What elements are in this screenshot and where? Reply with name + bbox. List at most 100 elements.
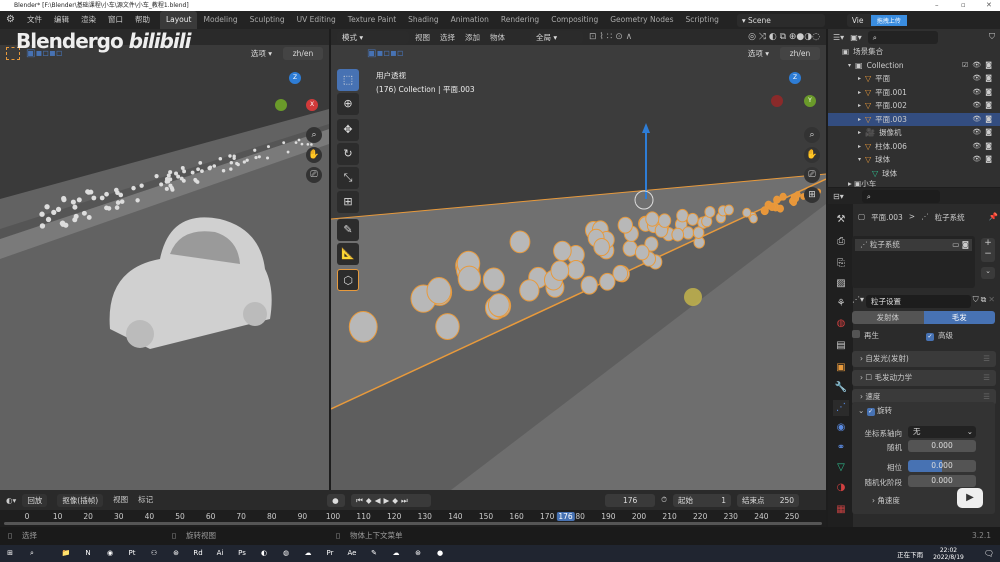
outliner-item[interactable]: ▸ ▽ 平面.001 👁◙ bbox=[828, 86, 1000, 100]
particle-settings-name[interactable]: 粒子设置 bbox=[866, 295, 971, 308]
weather-status[interactable]: 正在下雨 bbox=[897, 549, 923, 559]
select-box-tool[interactable]: ⬚ bbox=[337, 69, 359, 91]
outliner-item[interactable]: ▸ 🎥 摄像机 👁◙ bbox=[828, 126, 1000, 140]
start-frame-field[interactable]: 起始 1 bbox=[673, 493, 732, 507]
snapping-icons[interactable]: ⊡ ⌇ ∷ ⊙ ∧ bbox=[589, 32, 632, 42]
menu-item[interactable]: 渲染 bbox=[75, 11, 102, 29]
gizmo-z-axis[interactable]: Z bbox=[789, 72, 801, 84]
list-menu-button[interactable]: ⌄ bbox=[981, 267, 995, 279]
viewport-menu-item[interactable]: 物体 bbox=[490, 32, 505, 43]
taskbar-app-icon[interactable]: Pr bbox=[320, 545, 340, 562]
visibility-render-toggles[interactable]: 👁◙ bbox=[972, 113, 996, 127]
regrow-checkbox[interactable]: 再生 bbox=[852, 330, 879, 341]
visibility-render-toggles[interactable]: ☑👁◙ bbox=[962, 59, 996, 73]
lang-toggle-button[interactable]: zh/en bbox=[283, 46, 323, 60]
particle-system-list[interactable]: ⋰ 粒子系统 ▭ ◙ bbox=[852, 236, 975, 288]
physics-tab-icon[interactable]: ◉ bbox=[833, 420, 849, 436]
timeline-menu-item[interactable]: 标记 bbox=[138, 494, 153, 507]
visibility-render-toggles[interactable]: 👁◙ bbox=[972, 99, 996, 113]
random-phase-field[interactable]: 0.000 bbox=[908, 475, 976, 487]
outliner-item[interactable]: ▸ ▽ 平面 👁◙ bbox=[828, 72, 1000, 86]
taskbar-app-icon[interactable]: ◐ bbox=[254, 545, 274, 562]
axis-dropdown[interactable]: 无 ⌄ bbox=[908, 426, 976, 438]
collapsed-section[interactable]: › 自发光(发射) ☰ bbox=[852, 351, 996, 367]
phase-field[interactable]: 0.000 bbox=[908, 460, 976, 472]
clock[interactable]: 22:02 2022/8/19 bbox=[933, 547, 964, 561]
angular-velocity-subpanel[interactable]: › 角速度 bbox=[872, 495, 900, 506]
tool-tab-icon[interactable]: ⚒ bbox=[833, 212, 849, 228]
taskbar-app-icon[interactable]: ☁ bbox=[298, 545, 318, 562]
expand-arrow-icon[interactable]: ▸ bbox=[858, 126, 861, 140]
workspace-tab[interactable]: Scripting bbox=[679, 11, 724, 29]
editor-type-icon[interactable]: ◐▾ bbox=[6, 496, 16, 505]
grid-view-icon[interactable]: ⊞ bbox=[804, 187, 820, 203]
pin-icon[interactable]: 📌 bbox=[989, 212, 998, 223]
taskbar-app-icon[interactable]: ☁ bbox=[386, 545, 406, 562]
timeline-menu-item[interactable]: 回放 bbox=[22, 493, 48, 507]
advanced-checkbox[interactable]: ✓ 高级 bbox=[926, 330, 953, 341]
view-layer-tab-icon[interactable]: ▨ bbox=[833, 276, 849, 292]
taskbar-app-icon[interactable]: Ae bbox=[342, 545, 362, 562]
outliner-item[interactable]: ▸ ▽ 平面.003 👁◙ bbox=[828, 112, 1000, 127]
workspace-tab[interactable]: Shading bbox=[402, 11, 444, 29]
menu-item[interactable]: 文件 bbox=[21, 11, 48, 29]
timeline-menu-item[interactable]: 抠像(插帧) bbox=[57, 493, 104, 507]
workspace-tab[interactable]: Rendering bbox=[495, 11, 545, 29]
close-button[interactable]: ✕ bbox=[986, 0, 992, 11]
camera-view-icon[interactable]: ⎚ bbox=[804, 167, 820, 183]
data-tab-icon[interactable]: ▽ bbox=[833, 460, 849, 476]
notification-icon[interactable]: 🗨 bbox=[984, 549, 994, 558]
visibility-render-toggles[interactable]: 👁◙ bbox=[972, 72, 996, 86]
unlink-icon[interactable]: ✕ bbox=[988, 295, 995, 308]
expand-arrow-icon[interactable]: ▸ bbox=[858, 99, 861, 113]
taskbar-app-icon[interactable]: ⚇ bbox=[144, 545, 164, 562]
taskbar-app-icon[interactable]: ● bbox=[430, 545, 450, 562]
stopwatch-icon[interactable]: ⏱ bbox=[661, 495, 667, 505]
gizmo-y-axis[interactable]: Y bbox=[804, 95, 816, 107]
blender-logo-icon[interactable]: ⚙ bbox=[0, 11, 21, 29]
rotation-checkbox[interactable]: ✓ bbox=[866, 408, 875, 416]
workspace-tab[interactable]: Compositing bbox=[545, 11, 604, 29]
outliner-item[interactable]: ▾ ▣ Collection ☑👁◙ bbox=[828, 59, 1000, 73]
zoom-icon[interactable]: ⌕ bbox=[306, 127, 322, 143]
menu-item[interactable]: 帮助 bbox=[129, 11, 156, 29]
taskbar-app-icon[interactable]: Ai bbox=[210, 545, 230, 562]
lang-toggle-button[interactable]: zh/en bbox=[780, 46, 820, 60]
duplicate-icon[interactable]: ⧉ bbox=[981, 295, 987, 308]
playback-controls[interactable]: ⏮◆◀▶◆⏭ bbox=[351, 493, 432, 507]
gizmo-z-axis[interactable]: Z bbox=[289, 72, 301, 84]
measure-tool[interactable]: 📐 bbox=[337, 243, 359, 265]
drag-handle-icon[interactable]: ☰ bbox=[983, 370, 990, 386]
zoom-icon[interactable]: ⌕ bbox=[804, 127, 820, 143]
options-dropdown[interactable]: 选项 ▾ bbox=[743, 47, 774, 60]
start-button[interactable]: ⊞ bbox=[0, 545, 20, 562]
gizmo-y-axis[interactable] bbox=[275, 99, 287, 111]
tab-hair[interactable]: 毛发 bbox=[923, 311, 995, 324]
outliner-item[interactable]: ▸ ▽ 平面.002 👁◙ bbox=[828, 99, 1000, 113]
upload-badge[interactable]: 拖拽上传 bbox=[870, 14, 907, 26]
auto-keying-button[interactable]: ● bbox=[327, 493, 346, 507]
expand-arrow-icon[interactable]: ▾ bbox=[858, 153, 861, 167]
taskbar-app-icon[interactable]: ⊛ bbox=[408, 545, 428, 562]
tab-emitter[interactable]: 发射体 bbox=[852, 311, 924, 324]
timeline-ruler[interactable]: 0 10 20 30 40 50 60 70 80 90 100 110 120 130 140 150 160… bbox=[0, 510, 826, 527]
outliner-scene-collection[interactable]: ▣ 场景集合 bbox=[828, 45, 1000, 59]
outliner-item[interactable]: ▾ ▽ 球体 👁◙ bbox=[828, 153, 1000, 167]
workspace-tab[interactable]: Layout bbox=[159, 11, 198, 29]
constraints-tab-icon[interactable]: ⚭ bbox=[833, 440, 849, 456]
camera-view-icon[interactable]: ⎚ bbox=[306, 167, 322, 183]
search-icon[interactable]: ⌕ bbox=[22, 545, 42, 562]
workspace-tab[interactable]: Sculpting bbox=[244, 11, 291, 29]
main-3d-viewport[interactable]: 模式 ▾ 视图 选择 添加 物体 全局 ▾ ⊡ ⌇ ∷ ⊙ ∧ ◎ ⤨ ◐ ⧉ ⊕●◑… bbox=[331, 29, 826, 490]
mode-dropdown[interactable]: 模式 ▾ bbox=[337, 30, 409, 44]
workspace-tab[interactable]: Texture Paint bbox=[342, 11, 402, 29]
expand-arrow-icon[interactable]: ▾ bbox=[848, 59, 851, 73]
fake-user-icon[interactable]: ⛉ bbox=[973, 295, 979, 308]
expand-arrow-icon[interactable]: ▸ bbox=[858, 140, 861, 154]
options-dropdown[interactable]: 选项 ▾ bbox=[246, 47, 277, 60]
workspace-tab[interactable]: Geometry Nodes bbox=[604, 11, 679, 29]
viewport-menu-item[interactable]: 视图 bbox=[415, 32, 430, 43]
gizmo-neg-x-axis[interactable] bbox=[771, 95, 783, 107]
visibility-render-toggles[interactable]: 👁◙ bbox=[972, 86, 996, 100]
drag-handle-icon[interactable]: ☰ bbox=[983, 351, 990, 367]
